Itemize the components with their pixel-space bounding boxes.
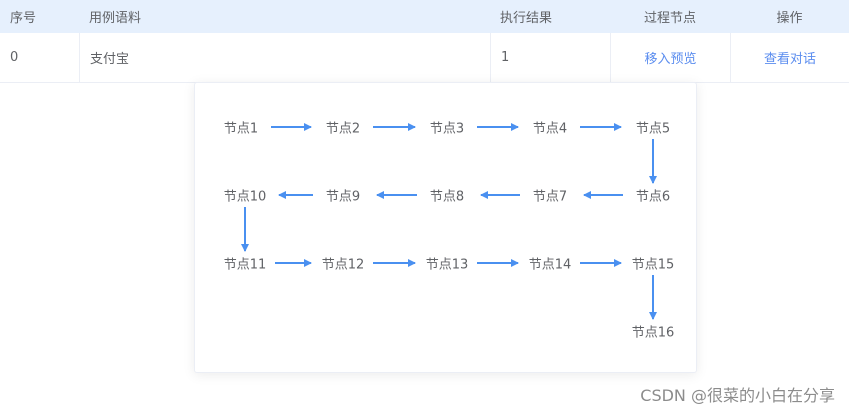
flow-node: 节点13 bbox=[425, 257, 469, 273]
flow-node: 节点2 bbox=[325, 121, 361, 137]
flow-node: 节点3 bbox=[429, 121, 465, 137]
header-result: 执行结果 bbox=[500, 11, 553, 26]
cell-nodes: 移入预览 bbox=[610, 33, 730, 82]
cell-seq: 0 bbox=[10, 50, 19, 65]
flow-node: 节点8 bbox=[429, 189, 465, 205]
flow-node: 节点12 bbox=[321, 257, 365, 273]
flow-node: 节点14 bbox=[528, 257, 572, 273]
flow-node: 节点10 bbox=[223, 189, 267, 205]
process-nodes-popover: 节点1 节点2 节点3 节点4 节点5 节点6 节点7 节点8 节点9 节点10 节点11 节点12 节… bbox=[194, 82, 697, 373]
flow-node: 节点5 bbox=[635, 121, 671, 137]
table-header: 序号 用例语料 执行结果 过程节点 操作 bbox=[0, 0, 849, 33]
flow-node: 节点16 bbox=[631, 325, 675, 341]
flow-node: 节点9 bbox=[325, 189, 361, 205]
flow-node: 节点11 bbox=[223, 257, 267, 273]
flow-node: 节点7 bbox=[532, 189, 568, 205]
preview-nodes-link[interactable]: 移入预览 bbox=[644, 48, 696, 67]
flow-node: 节点4 bbox=[532, 121, 568, 137]
flow-node: 节点6 bbox=[635, 189, 671, 205]
header-nodes: 过程节点 bbox=[643, 11, 696, 26]
view-dialog-link[interactable]: 查看对话 bbox=[764, 48, 816, 67]
header-case: 用例语料 bbox=[89, 11, 142, 26]
header-actions: 操作 bbox=[776, 11, 803, 26]
header-seq: 序号 bbox=[10, 11, 37, 26]
table-row: 0 支付宝 1 移入预览 查看对话 bbox=[0, 33, 849, 83]
flow-node: 节点15 bbox=[631, 257, 675, 273]
cell-case: 支付宝 bbox=[79, 33, 489, 82]
cell-result: 1 bbox=[490, 33, 610, 82]
watermark: CSDN @很菜的小白在分享 bbox=[640, 386, 835, 405]
flow-node: 节点1 bbox=[223, 121, 259, 137]
cell-actions: 查看对话 bbox=[730, 33, 849, 82]
